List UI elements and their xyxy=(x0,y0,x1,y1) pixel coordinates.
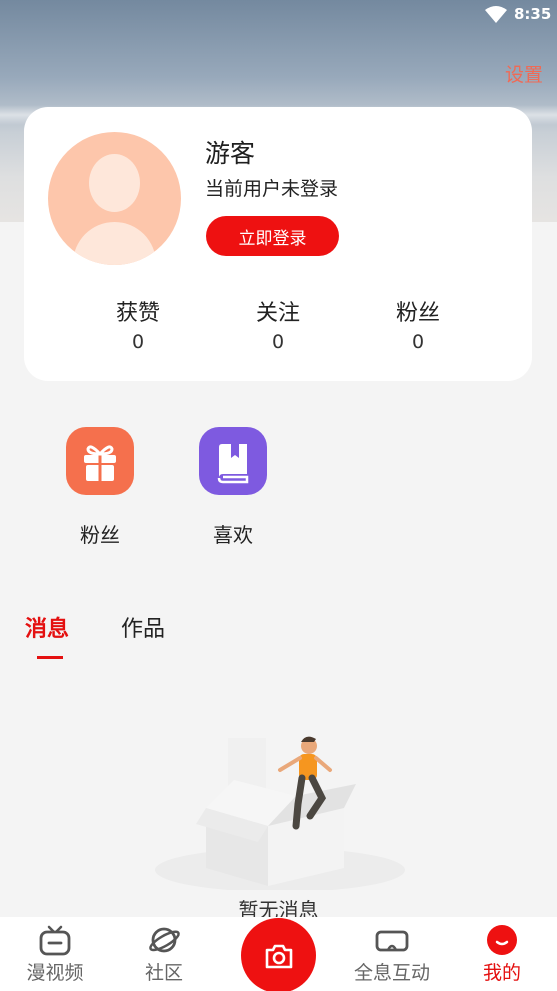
settings-link[interactable]: 设置 xyxy=(505,60,543,87)
stat-likes[interactable]: 获赞 0 xyxy=(78,295,198,353)
login-button[interactable]: 立即登录 xyxy=(206,216,339,256)
camera-button[interactable] xyxy=(241,918,316,991)
avatar[interactable] xyxy=(48,132,181,265)
stat-value: 0 xyxy=(411,331,425,353)
stat-fans[interactable]: 粉丝 0 xyxy=(358,295,478,353)
active-tab-indicator xyxy=(37,656,63,659)
camera-icon xyxy=(265,944,292,968)
stat-label: 获赞 xyxy=(115,301,160,326)
stat-value: 0 xyxy=(271,331,285,353)
stat-label: 粉丝 xyxy=(395,301,440,326)
planet-icon xyxy=(149,927,180,953)
feature-label: 喜欢 xyxy=(213,523,253,547)
feature-likes[interactable]: 喜欢 xyxy=(183,427,283,548)
nav-label: 社区 xyxy=(144,962,183,984)
wifi-icon xyxy=(485,6,507,23)
stat-label: 关注 xyxy=(255,301,300,326)
status-bar: 8:35 xyxy=(0,0,557,30)
tab-works[interactable]: 作品 xyxy=(121,611,165,643)
user-login-status: 当前用户未登录 xyxy=(205,178,339,200)
empty-box-illustration xyxy=(155,736,405,890)
avatar-body-shape xyxy=(73,222,156,265)
avatar-head-shape xyxy=(89,154,140,212)
nav-item-community[interactable]: 社区 xyxy=(124,917,204,991)
profile-card: 游客 当前用户未登录 立即登录 获赞 0 关注 0 粉丝 0 xyxy=(24,107,532,381)
gift-icon xyxy=(66,427,134,495)
feature-label: 粉丝 xyxy=(80,523,120,547)
feature-fans[interactable]: 粉丝 xyxy=(50,427,150,548)
nav-item-holographic[interactable]: 全息互动 xyxy=(340,917,444,991)
vr-headset-icon xyxy=(375,930,409,952)
user-name: 游客 xyxy=(205,139,256,168)
tab-messages[interactable]: 消息 xyxy=(25,611,69,643)
smile-icon xyxy=(487,925,517,955)
nav-label: 漫视频 xyxy=(26,962,84,984)
stat-following[interactable]: 关注 0 xyxy=(218,295,338,353)
nav-item-mine[interactable]: 我的 xyxy=(466,917,538,991)
stat-value: 0 xyxy=(131,331,145,353)
book-icon xyxy=(199,427,267,495)
nav-item-videos[interactable]: 漫视频 xyxy=(14,917,96,991)
tv-icon xyxy=(39,925,71,956)
nav-label: 全息互动 xyxy=(353,962,430,984)
status-time: 8:35 xyxy=(514,5,552,23)
nav-label: 我的 xyxy=(482,962,521,984)
